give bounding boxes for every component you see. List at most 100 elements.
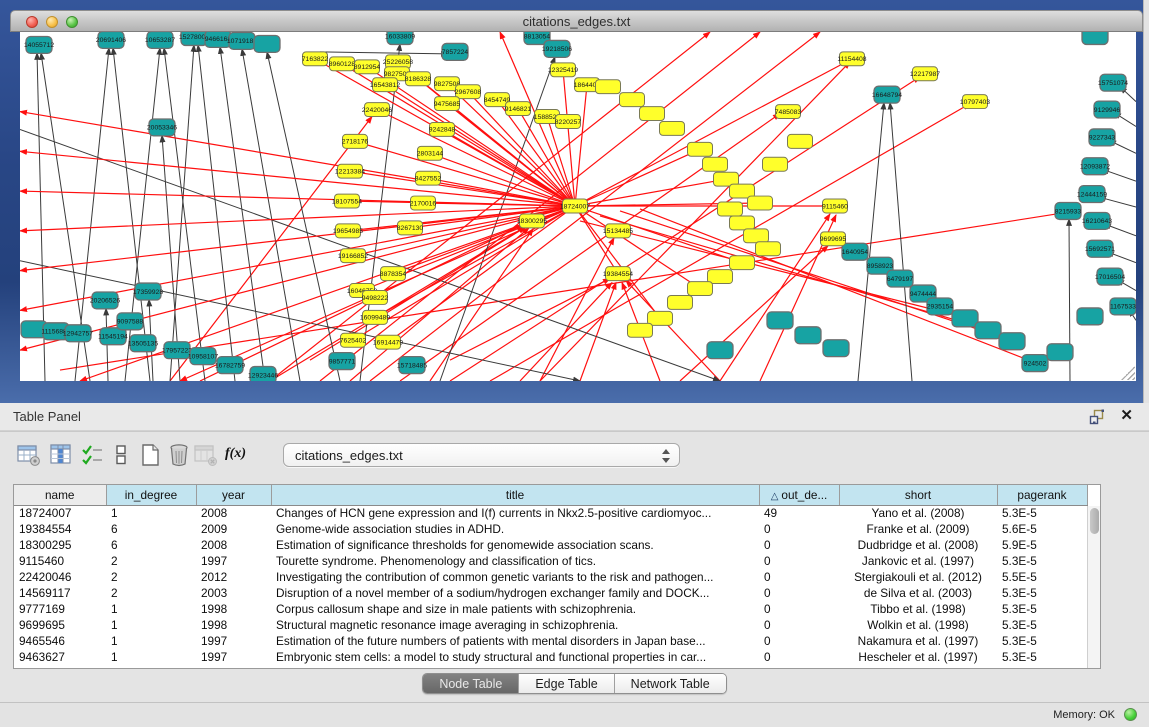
network-window-titlebar[interactable]: citations_edges.txt — [10, 10, 1143, 32]
graph-node[interactable]: 12923446 — [248, 367, 278, 381]
table-row[interactable]: 946554611997Estimation of the future num… — [14, 633, 1087, 649]
graph-node[interactable]: 20053346 — [147, 119, 177, 136]
graph-node[interactable]: 8220257 — [555, 115, 582, 129]
graph-node[interactable]: 15134485 — [603, 224, 633, 238]
show-columns-icon[interactable] — [48, 442, 74, 468]
table-row[interactable]: 911546021997Tourette syndrome. Phenomeno… — [14, 553, 1087, 569]
graph-node[interactable]: 2967608 — [455, 85, 482, 99]
window-resize-grip[interactable] — [1121, 366, 1135, 380]
graph-node[interactable]: 16782759 — [215, 357, 245, 374]
graph-node[interactable]: 1167533 — [1110, 298, 1136, 315]
table-scrollbar-thumb[interactable] — [1090, 508, 1099, 534]
graph-node[interactable]: 19384554 — [603, 267, 633, 281]
table-scrollbar[interactable] — [1087, 506, 1100, 668]
graph-node[interactable]: 12325419 — [548, 63, 578, 77]
graph-node[interactable]: 7163822 — [302, 52, 329, 66]
graph-node[interactable] — [648, 311, 673, 325]
tab-network-table[interactable]: Network Table — [615, 674, 726, 693]
graph-node[interactable]: 924502 — [1022, 355, 1048, 372]
graph-node[interactable]: 15751074 — [1098, 74, 1128, 91]
graph-node[interactable]: 7625402 — [340, 333, 367, 347]
tab-node-table[interactable]: Node Table — [423, 674, 519, 693]
graph-node[interactable] — [748, 196, 773, 210]
graph-node[interactable] — [718, 202, 743, 216]
graph-node[interactable]: 18724007 — [560, 199, 590, 213]
graph-node[interactable] — [730, 256, 755, 270]
graph-node[interactable]: 9115460 — [822, 199, 848, 213]
table-row[interactable]: 1938455462009Genome-wide association stu… — [14, 521, 1087, 537]
graph-node[interactable] — [707, 342, 733, 359]
table-row[interactable]: 1456911722003Disruption of a novel membe… — [14, 585, 1087, 601]
graph-node[interactable]: 12444159 — [1077, 186, 1107, 203]
graph-node[interactable] — [688, 282, 713, 296]
table-row[interactable]: 2242004622012Investigating the contribut… — [14, 569, 1087, 585]
function-builder-icon[interactable]: f(x) — [225, 446, 246, 462]
column-header-name[interactable]: name — [14, 485, 106, 505]
graph-node[interactable]: 9857771 — [329, 353, 356, 370]
graph-node[interactable]: 8878354 — [380, 267, 407, 281]
graph-node[interactable]: 16210643 — [1082, 212, 1112, 229]
graph-node[interactable] — [795, 327, 821, 344]
graph-node[interactable] — [788, 134, 813, 148]
graph-node[interactable]: 18107554 — [332, 194, 362, 208]
graph-node[interactable] — [640, 107, 665, 121]
column-header-title[interactable]: title — [271, 485, 759, 505]
table-row[interactable]: 1830029562008Estimation of significance … — [14, 537, 1087, 553]
graph-node[interactable]: 15692571 — [1085, 240, 1115, 257]
graph-node[interactable]: 16099489 — [360, 310, 390, 324]
table-settings-icon[interactable] — [16, 442, 42, 468]
graph-node[interactable]: 2718176 — [342, 134, 369, 148]
graph-node[interactable]: 15718485 — [397, 357, 427, 374]
graph-node[interactable] — [1077, 308, 1103, 325]
select-columns-icon[interactable] — [80, 442, 106, 468]
graph-node[interactable]: 18300295 — [517, 214, 547, 228]
graph-node[interactable] — [1047, 344, 1073, 361]
graph-node[interactable] — [660, 121, 685, 135]
graph-node[interactable]: 2170016 — [410, 196, 437, 210]
graph-node[interactable]: 22420046 — [362, 103, 392, 117]
graph-node[interactable]: 10653287 — [145, 32, 175, 48]
graph-node[interactable]: 7857224 — [442, 43, 469, 60]
graph-node[interactable]: 8215933 — [1055, 203, 1082, 220]
graph-node[interactable] — [628, 323, 653, 337]
graph-node[interactable]: 2803144 — [417, 146, 444, 160]
graph-node[interactable] — [596, 80, 621, 94]
column-header-out_de[interactable]: △out_de... — [759, 485, 839, 505]
graph-node[interactable] — [744, 229, 769, 243]
graph-node[interactable]: 19654985 — [333, 224, 363, 238]
graph-node[interactable]: 11154408 — [837, 52, 866, 66]
graph-node[interactable]: 8267130 — [397, 221, 424, 235]
graph-node[interactable] — [254, 35, 280, 52]
column-header-short[interactable]: short — [839, 485, 997, 505]
table-row[interactable]: 1872400712008Changes of HCN gene express… — [14, 505, 1087, 521]
table-selector-dropdown[interactable]: citations_edges.txt — [283, 443, 680, 467]
graph-node[interactable] — [756, 242, 781, 256]
column-header-in_degree[interactable]: in_degree — [106, 485, 196, 505]
graph-node[interactable]: 20691406 — [96, 32, 126, 48]
graph-node[interactable]: 9146821 — [505, 102, 532, 116]
graph-node[interactable] — [767, 312, 793, 329]
tab-edge-table[interactable]: Edge Table — [519, 674, 614, 693]
graph-node[interactable]: 16914479 — [373, 335, 403, 349]
graph-node[interactable]: 2935154 — [927, 298, 954, 315]
graph-node[interactable]: 8427552 — [415, 171, 442, 185]
table-row[interactable]: 977716911998Corpus callosum shape and si… — [14, 601, 1087, 617]
column-header-pagerank[interactable]: pagerank — [997, 485, 1087, 505]
graph-node[interactable] — [823, 340, 849, 357]
graph-node[interactable]: 9699695 — [820, 232, 847, 246]
graph-node[interactable] — [688, 142, 713, 156]
network-graph[interactable]: 1405571220691406106532871527800294661631… — [20, 32, 1136, 381]
graph-node[interactable] — [999, 333, 1025, 350]
graph-node[interactable] — [1082, 32, 1108, 44]
graph-node[interactable]: 20206526 — [90, 292, 120, 309]
row-options-icon[interactable] — [108, 442, 134, 468]
graph-node[interactable] — [708, 270, 733, 284]
graph-node[interactable]: 16648794 — [872, 86, 902, 103]
graph-node[interactable]: 10719185 — [227, 32, 257, 49]
graph-node[interactable]: 6479197 — [887, 270, 914, 287]
column-header-year[interactable]: year — [196, 485, 271, 505]
graph-node[interactable]: 16033809 — [385, 32, 415, 44]
close-panel-icon[interactable]: ✕ — [1120, 407, 1133, 425]
graph-node[interactable]: 9498222 — [362, 291, 389, 305]
graph-node[interactable]: 12217987 — [910, 67, 940, 81]
